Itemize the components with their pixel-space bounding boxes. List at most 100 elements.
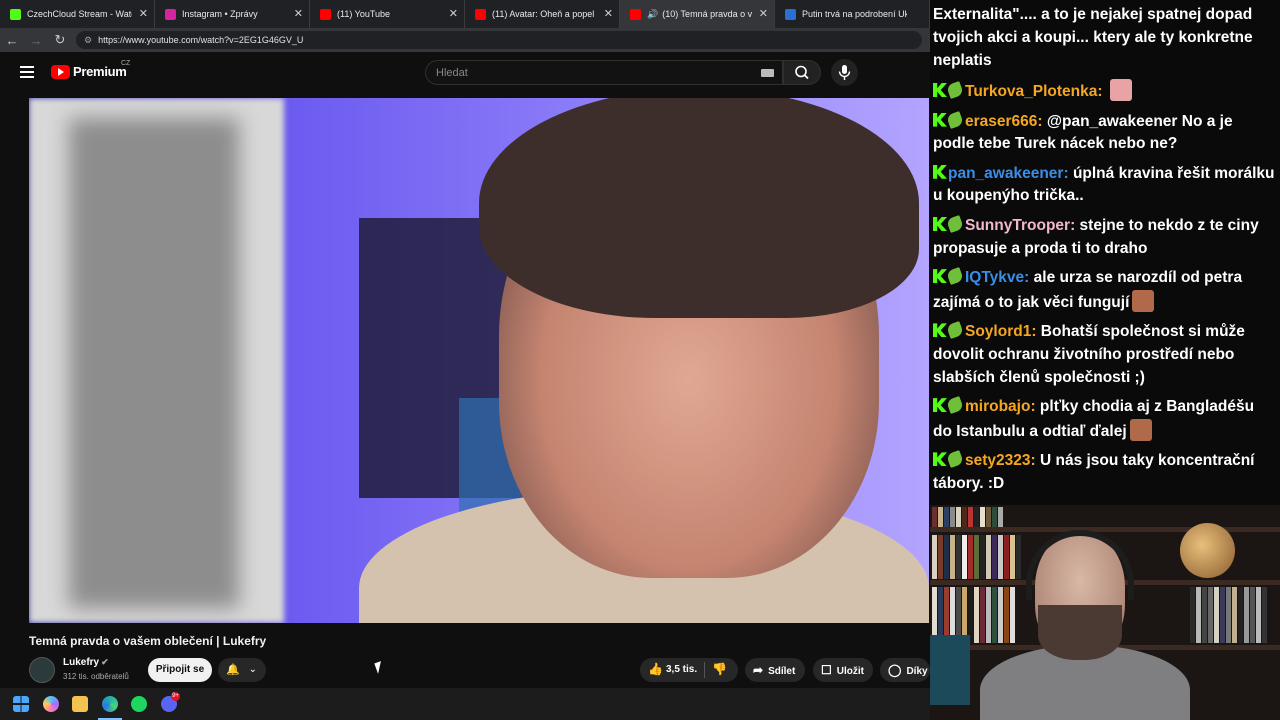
close-tab-icon[interactable]: ✕ — [294, 7, 303, 20]
book-row — [1190, 587, 1268, 648]
share-button[interactable]: ➦ Sdílet — [745, 658, 805, 682]
chat-username-colon: : — [1063, 164, 1073, 182]
tab-favicon — [630, 8, 641, 20]
channel-avatar[interactable] — [29, 657, 55, 683]
file-explorer-icon[interactable] — [72, 696, 88, 712]
keyboard-icon[interactable] — [761, 69, 774, 77]
video-frame-blurred-figure — [69, 118, 239, 608]
chat-username[interactable]: eraser666 — [965, 113, 1037, 130]
like-dislike-group: 👍 3,5 tis. 👎 — [640, 658, 738, 682]
video-frame-hair — [479, 98, 919, 318]
screen: CzechCloud Stream - Watch Live o✕Instagr… — [0, 0, 1280, 720]
sub-badge-icon — [946, 450, 964, 469]
close-tab-icon[interactable]: ✕ — [449, 7, 458, 20]
tab-title: (10) Temná pravda o vašem o — [662, 9, 752, 19]
reload-icon[interactable]: ↻ — [48, 32, 72, 48]
search-button[interactable] — [783, 60, 821, 85]
tab-favicon — [10, 8, 21, 20]
chat-username[interactable]: Soylord1 — [965, 323, 1031, 340]
chat-message: pan_awakeener: úplná kravina řešit morál… — [933, 163, 1277, 208]
forward-icon[interactable]: → — [24, 33, 48, 48]
sub-badge-icon — [946, 110, 964, 129]
windows-start-icon[interactable] — [13, 696, 29, 712]
like-divider — [704, 662, 705, 678]
thanks-icon: ◯ — [888, 663, 902, 677]
audio-playing-icon[interactable]: 🔊 — [647, 9, 658, 20]
search-input[interactable]: Hledat — [425, 60, 783, 85]
like-icon[interactable]: 👍 — [648, 662, 663, 676]
site-info-icon[interactable]: ⚙ — [84, 35, 92, 46]
kick-badge-icon — [933, 216, 947, 231]
chat-username-colon: : — [1097, 83, 1107, 100]
tab-0[interactable]: CzechCloud Stream - Watch Live o ✕ — [0, 0, 155, 28]
tab-1[interactable]: Instagram • Zprávy ✕ — [155, 0, 310, 28]
sub-badge-icon — [946, 214, 964, 233]
chat-username-colon: : — [1030, 398, 1040, 416]
spotify-icon[interactable] — [131, 696, 147, 712]
tab-strip: CzechCloud Stream - Watch Live o✕Instagr… — [0, 0, 930, 28]
close-tab-icon[interactable]: ✕ — [604, 7, 613, 20]
chat-username[interactable]: SunnyTrooper — [965, 217, 1070, 234]
premium-logo-text: Premium — [73, 64, 127, 79]
address-bar[interactable]: ⚙ https://www.youtube.com/watch?v=2EG1G4… — [76, 31, 922, 49]
chat-username-colon: : — [1037, 112, 1047, 130]
edge-icon[interactable] — [102, 696, 118, 712]
dislike-icon[interactable]: 👎 — [712, 662, 727, 676]
channel-name-row[interactable]: Lukefry ✔ — [63, 657, 109, 668]
chat-message-continuation: Externalita".... a to je nejakej spatnej… — [933, 6, 1253, 69]
sub-badge-icon — [946, 321, 964, 340]
tab-3[interactable]: (11) Avatar: Oheň a popel - Už mě ✕ — [465, 0, 620, 28]
copilot-icon[interactable] — [43, 696, 59, 712]
chat-username[interactable]: sety2323 — [965, 452, 1031, 469]
kick-badge-icon — [933, 112, 947, 127]
stream-chat: Externalita".... a to je nejakej spatnej… — [930, 0, 1280, 505]
close-tab-icon[interactable]: ✕ — [139, 7, 148, 20]
chat-message: IQTykve: ale urza se narozdíl od petra z… — [933, 267, 1277, 314]
join-button[interactable]: Připojit se — [148, 658, 212, 682]
youtube-play-icon — [51, 64, 70, 79]
search-icon — [795, 65, 809, 80]
chat-username[interactable]: mirobajo — [965, 398, 1030, 415]
tab-4[interactable]: 🔊 (10) Temná pravda o vašem o ✕ — [620, 0, 775, 28]
chat-username-colon: : — [1024, 269, 1034, 287]
book-row — [932, 507, 1004, 532]
tab-favicon — [475, 8, 486, 20]
headset — [1026, 530, 1134, 600]
subscriber-count: 312 tis. odběratelů — [63, 672, 129, 681]
chevron-down-icon: ⌄ — [248, 664, 257, 675]
notification-button[interactable]: 🔔 ⌄ — [218, 658, 266, 682]
tab-favicon — [320, 8, 331, 20]
save-icon: ☐ — [821, 663, 832, 677]
youtube-header: Premium CZ Hledat — [0, 52, 930, 92]
chat-username[interactable]: pan_awakeener — [948, 165, 1063, 182]
sub-badge-icon — [946, 81, 964, 99]
back-icon[interactable]: ← — [0, 33, 24, 48]
kick-badge-icon — [933, 269, 947, 284]
youtube-logo[interactable]: Premium CZ — [51, 60, 130, 79]
chat-username[interactable]: Turkova_Plotenka — [965, 83, 1097, 100]
tab-2[interactable]: (11) YouTube ✕ — [310, 0, 465, 28]
save-label: Uložit — [836, 666, 864, 677]
save-button[interactable]: ☐ Uložit — [813, 658, 873, 682]
kick-badge-icon — [933, 398, 947, 413]
url-text: https://www.youtube.com/watch?v=2EG1G46G… — [98, 35, 304, 45]
thanks-button[interactable]: ◯ Díky — [880, 658, 930, 682]
chat-message: SunnyTrooper: stejne to nekdo z te ciny … — [933, 214, 1277, 260]
voice-search-button[interactable] — [831, 59, 858, 86]
tab-title: Putin trvá na podrobení Ukraj — [802, 9, 907, 19]
chat-message: Soylord1: Bohatší společnost si může dov… — [933, 321, 1277, 389]
verified-icon: ✔ — [101, 657, 109, 667]
channel-name[interactable]: Lukefry — [63, 657, 99, 668]
video-player[interactable] — [29, 98, 929, 623]
kick-badge-icon — [933, 83, 947, 97]
like-count[interactable]: 3,5 tis. — [666, 664, 697, 675]
chat-message-list: Turkova_Plotenka: eraser666: @pan_awakee… — [933, 79, 1277, 496]
tab-favicon — [785, 8, 796, 20]
kick-badge-icon — [933, 164, 947, 179]
tab-5[interactable]: Putin trvá na podrobení Ukraj — [775, 0, 930, 28]
windows-taskbar: 9+ — [0, 688, 930, 720]
chat-message: eraser666: @pan_awakeener No a je podle … — [933, 110, 1277, 156]
close-tab-icon[interactable]: ✕ — [759, 7, 768, 20]
chat-username[interactable]: IQTykve — [965, 269, 1024, 286]
menu-icon[interactable] — [20, 66, 34, 78]
